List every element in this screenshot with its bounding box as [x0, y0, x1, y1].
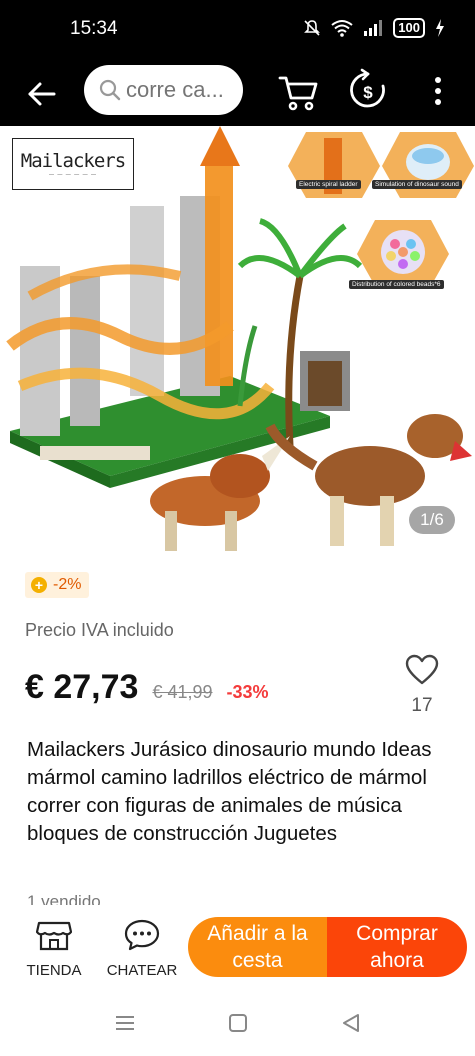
brand-name: Mailackers	[20, 150, 126, 172]
status-time: 15:34	[70, 18, 118, 39]
store-icon	[35, 921, 73, 951]
back-arrow-icon	[28, 82, 56, 106]
search-bar[interactable]	[84, 65, 243, 115]
home-button[interactable]	[227, 1012, 249, 1039]
wifi-icon	[331, 20, 353, 37]
colored-beads-thumbnail	[357, 220, 449, 286]
discount-coupon-badge[interactable]: + -2%	[25, 572, 90, 598]
recent-apps-button[interactable]	[114, 1012, 136, 1039]
store-button[interactable]: TIENDA	[14, 919, 94, 979]
feature-label: Simulation of dinosaur sound	[372, 180, 462, 189]
spiral-ladder-thumbnail	[288, 132, 380, 198]
product-image-gallery[interactable]: Mailackers — — — — — — Electric spiral l…	[0, 126, 475, 556]
sold-count: 1 vendido	[27, 892, 101, 906]
search-icon	[99, 79, 121, 101]
chat-icon	[124, 919, 160, 951]
feature-thumbnail-sound: Simulation of dinosaur sound	[372, 130, 475, 210]
back-triangle-icon	[343, 1014, 359, 1032]
wishlist-button[interactable]: 17	[400, 654, 444, 717]
wishlist-count: 17	[411, 695, 433, 716]
coin-icon: +	[31, 577, 47, 593]
bottom-action-bar: TIENDA CHATEAR Añadir a la cesta Comprar…	[0, 905, 475, 998]
search-input[interactable]	[126, 77, 236, 103]
store-label: TIENDA	[26, 962, 82, 979]
brand-tagline-mark: — — — — — —	[49, 172, 97, 178]
buy-now-button[interactable]: Comprar ahora	[327, 917, 467, 977]
battery-icon: 100	[393, 18, 425, 38]
back-button[interactable]	[22, 74, 62, 114]
image-counter: 1/6	[409, 506, 455, 534]
menu-lines-icon	[116, 1016, 134, 1030]
system-navigation-bar	[0, 998, 475, 1056]
coins-button[interactable]: $	[348, 68, 388, 114]
mute-icon	[304, 20, 321, 36]
price-row: € 27,73 € 41,99 -33%	[25, 668, 269, 707]
tax-note: Precio IVA incluido	[25, 620, 174, 640]
svg-text:$: $	[363, 83, 373, 102]
more-options-button[interactable]	[428, 72, 448, 112]
heart-icon	[405, 654, 439, 685]
charging-icon	[436, 19, 444, 37]
cart-icon	[278, 76, 318, 111]
status-icons: 100	[303, 18, 445, 38]
feature-thumbnail-spiral: Electric spiral ladder	[286, 130, 382, 210]
feature-label: Distribution of colored beads*6	[349, 280, 444, 289]
product-title: Mailackers Jurásico dinosaurio mundo Ide…	[27, 738, 432, 845]
coin-dollar-icon: $	[350, 68, 385, 108]
add-to-cart-button[interactable]: Añadir a la cesta	[188, 917, 327, 977]
current-price: € 27,73	[25, 668, 139, 706]
feature-label: Electric spiral ladder	[296, 180, 361, 189]
status-bar: 15:34 100	[0, 0, 475, 60]
discount-percent: -33%	[226, 682, 269, 702]
chat-label: CHATEAR	[106, 962, 178, 979]
sound-module-thumbnail	[382, 132, 474, 198]
original-price: € 41,99	[152, 682, 213, 702]
more-vertical-icon	[435, 77, 441, 105]
chat-button[interactable]: CHATEAR	[102, 919, 182, 979]
cart-button[interactable]	[276, 70, 320, 114]
home-square-icon	[229, 1014, 247, 1032]
signal-icon	[364, 20, 383, 36]
brand-logo: Mailackers — — — — — —	[12, 138, 134, 190]
coupon-text: -2%	[53, 576, 82, 593]
feature-thumbnail-beads: Distribution of colored beads*6	[349, 218, 451, 298]
top-app-bar: $	[0, 60, 475, 126]
system-back-button[interactable]	[340, 1012, 362, 1039]
